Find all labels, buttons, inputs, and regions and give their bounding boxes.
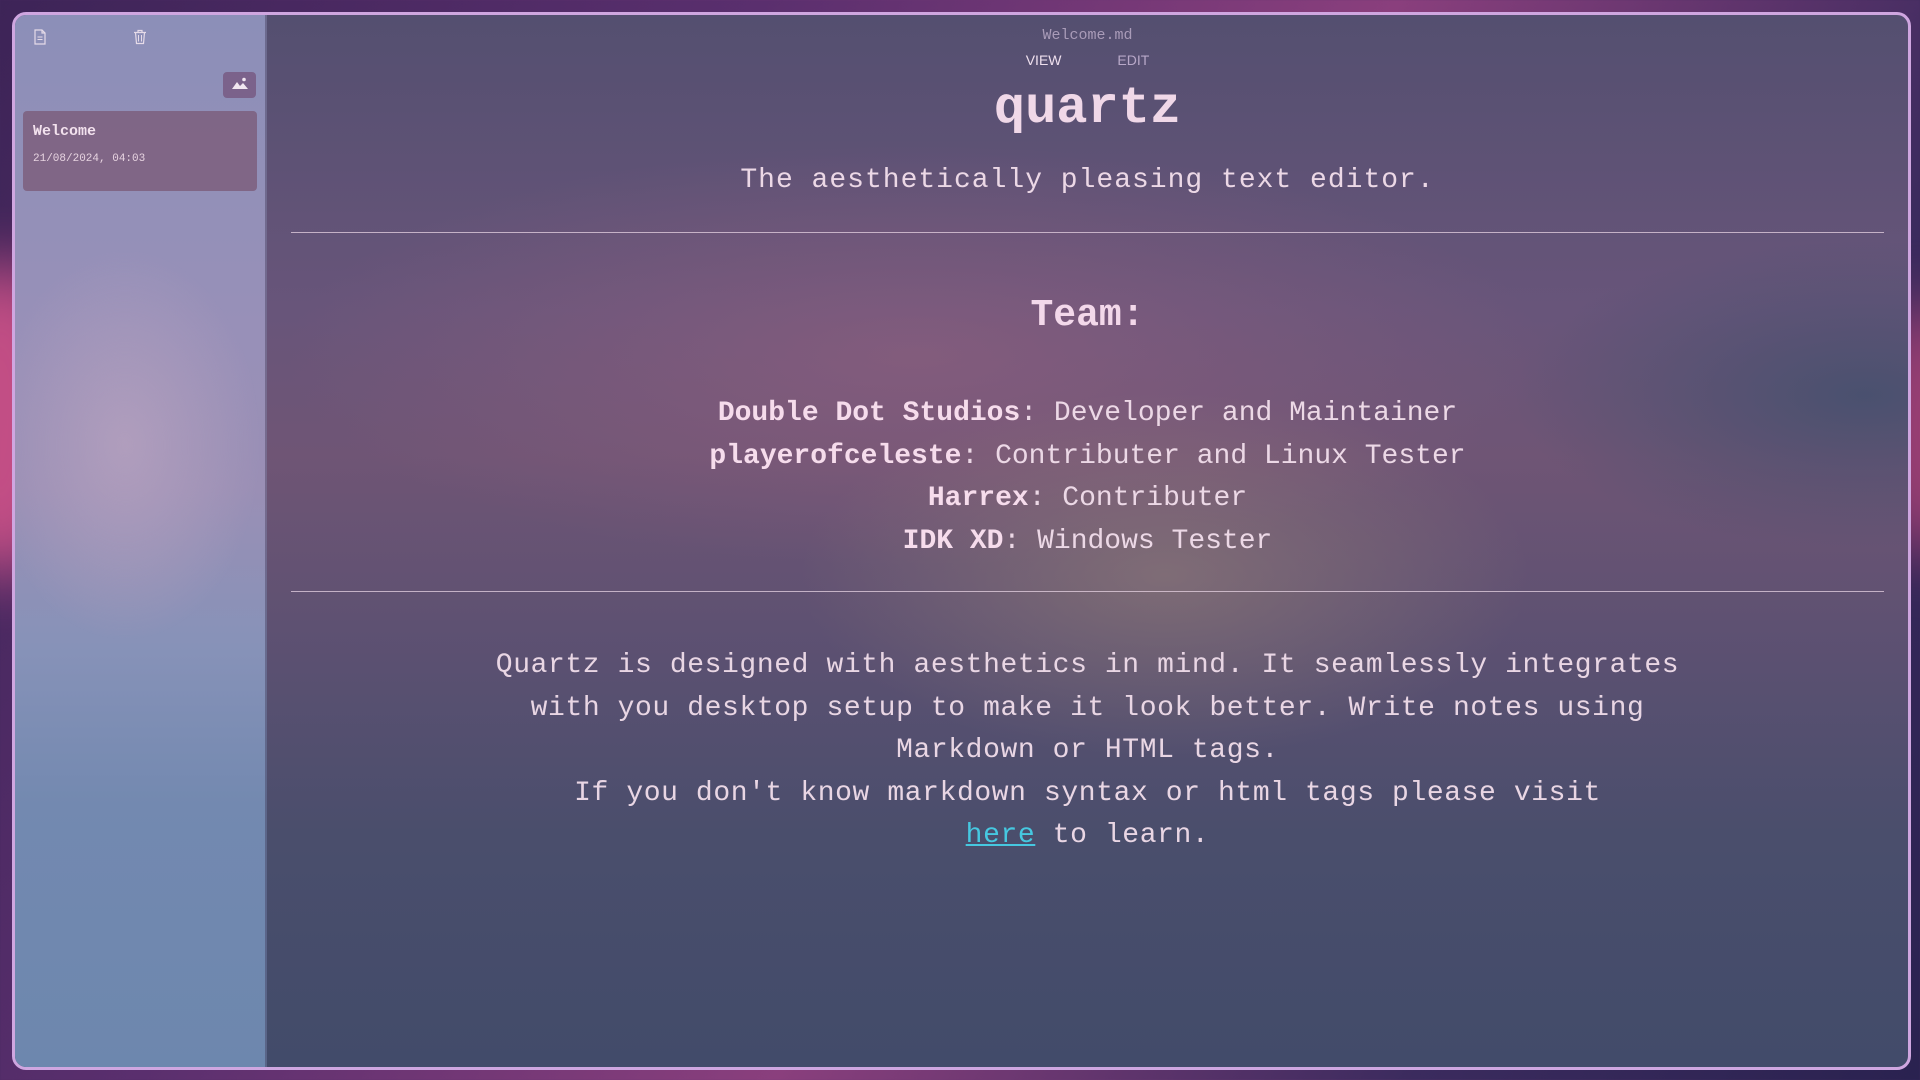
new-document-icon[interactable] — [33, 29, 47, 45]
page-title: quartz — [993, 79, 1182, 138]
app-window: Welcome 21/08/2024, 04:03 Welcome.md VIE… — [12, 12, 1911, 1070]
help-link[interactable]: here — [966, 820, 1036, 851]
team-member: playerofceleste: Contributer and Linux T… — [267, 436, 1908, 479]
team-member-role: : Contributer and Linux Tester — [961, 440, 1466, 472]
team-heading: Team: — [1030, 294, 1145, 337]
note-list-item[interactable]: Welcome 21/08/2024, 04:03 — [23, 111, 257, 191]
image-icon — [231, 76, 249, 95]
note-date: 21/08/2024, 04:03 — [33, 153, 146, 165]
paragraph-line: here to learn. — [267, 815, 1908, 858]
team-list: Double Dot Studios: Developer and Mainta… — [267, 393, 1908, 563]
paragraph-line: Markdown or HTML tags. — [896, 735, 1279, 766]
sidebar: Welcome 21/08/2024, 04:03 — [15, 15, 267, 1067]
team-member-name: IDK XD — [902, 525, 1004, 557]
trash-icon[interactable] — [133, 29, 147, 45]
file-name: Welcome.md — [1042, 27, 1133, 44]
divider — [291, 591, 1884, 592]
team-member: IDK XD: Windows Tester — [267, 521, 1908, 564]
team-member: Double Dot Studios: Developer and Mainta… — [267, 393, 1908, 436]
team-member-role: : Contributer — [1028, 483, 1248, 514]
divider — [291, 232, 1884, 233]
team-member-role: : Windows Tester — [1003, 525, 1273, 557]
team-member-role: : Developer and Maintainer — [1020, 398, 1458, 429]
description-paragraph: Quartz is designed with aesthetics in mi… — [267, 645, 1908, 858]
team-member-name: playerofceleste — [709, 440, 962, 472]
team-member-name: Harrex — [927, 483, 1029, 514]
link-suffix: to learn. — [1035, 820, 1210, 851]
team-member: Harrex: Contributer — [267, 478, 1908, 521]
background-image-button[interactable] — [223, 72, 256, 98]
tagline: The aesthetically pleasing text editor. — [740, 165, 1435, 196]
mode-tabs: VIEW EDIT — [267, 52, 1908, 68]
paragraph-line: If you don't know markdown syntax or htm… — [574, 777, 1601, 809]
paragraph-line: with you desktop setup to make it look b… — [530, 692, 1645, 724]
paragraph-line: Quartz is designed with aesthetics in mi… — [495, 650, 1680, 681]
tab-view[interactable]: VIEW — [1026, 52, 1062, 68]
note-title: Welcome — [33, 123, 97, 140]
team-member-name: Double Dot Studios — [717, 398, 1021, 429]
editor-pane: Welcome.md VIEW EDIT quartz The aestheti… — [267, 15, 1908, 1067]
tab-edit[interactable]: EDIT — [1117, 52, 1149, 68]
